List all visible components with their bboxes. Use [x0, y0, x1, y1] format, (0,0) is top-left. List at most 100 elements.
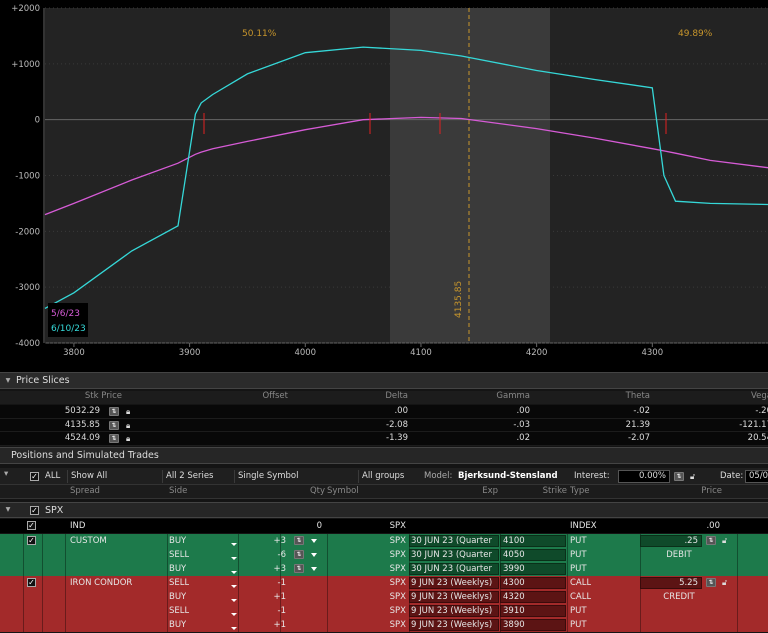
chevron-down-icon[interactable]	[231, 598, 237, 602]
chevron-down-icon[interactable]	[231, 626, 237, 630]
table-row[interactable]: BUY +1 SPX 9 JUN 23 (Weeklys) 3890 PUT	[0, 617, 768, 632]
row-exp[interactable]: 30 JUN 23 (Quarter	[411, 563, 499, 575]
row-type[interactable]: CALL	[570, 577, 591, 589]
row-symbol: SPX	[389, 578, 406, 588]
row-spread[interactable]: CUSTOM	[70, 535, 107, 547]
chevron-down-icon[interactable]: ▾	[4, 469, 8, 479]
lock-icon[interactable]: 🔒︎	[126, 421, 134, 430]
chevron-down-icon[interactable]	[311, 566, 317, 571]
row-exp[interactable]: 30 JUN 23 (Quarter	[411, 535, 499, 547]
model-select[interactable]: Bjerksund-Stensland	[458, 470, 558, 483]
row-type[interactable]: PUT	[570, 535, 587, 547]
row-qty[interactable]: -6	[250, 549, 286, 561]
qty-stepper[interactable]: ⇅	[294, 549, 304, 559]
lock-icon[interactable]: 🔓︎	[722, 536, 730, 545]
column-separator	[65, 617, 66, 632]
group-checkbox[interactable]: ✓	[30, 506, 39, 515]
row-qty[interactable]: +1	[250, 591, 286, 603]
table-row[interactable]: ✓ CUSTOM BUY +3 ⇅ SPX 30 JUN 23 (Quarter 4…	[0, 534, 768, 548]
chevron-down-icon[interactable]: ▾	[0, 503, 16, 517]
row-type[interactable]: PUT	[570, 563, 587, 575]
row-qty[interactable]: 0	[280, 520, 322, 532]
chevron-down-icon[interactable]	[231, 612, 237, 616]
date-input[interactable]: 05/0	[745, 470, 768, 483]
row-qty[interactable]: +3	[250, 535, 286, 547]
slice-price[interactable]: 4135.85	[40, 420, 100, 430]
row-exp[interactable]: 9 JUN 23 (Weeklys)	[411, 605, 499, 617]
collapse-icon[interactable]: ▾	[0, 373, 16, 388]
row-side[interactable]: SELL	[169, 577, 189, 589]
row-spread[interactable]: IRON CONDOR	[70, 577, 132, 589]
chevron-down-icon[interactable]	[231, 585, 237, 588]
groups-filter[interactable]: All groups	[358, 470, 418, 483]
lock-icon[interactable]: 🔒︎	[126, 434, 134, 443]
row-type[interactable]: CALL	[570, 591, 591, 603]
qty-stepper[interactable]: ⇅	[294, 536, 304, 545]
group-header-spx[interactable]: ▾ ✓ SPX	[0, 502, 768, 518]
row-exp[interactable]: 30 JUN 23 (Quarter	[411, 549, 499, 561]
row-exp[interactable]: 9 JUN 23 (Weeklys)	[411, 619, 499, 631]
series-filter[interactable]: All 2 Series	[162, 470, 234, 483]
slice-price-stepper[interactable]: ⇅	[109, 420, 119, 430]
slice-price[interactable]: 4524.09	[40, 433, 100, 443]
row-type[interactable]: PUT	[570, 619, 587, 631]
price-stepper[interactable]: ⇅	[706, 578, 716, 587]
row-qty[interactable]: -1	[250, 605, 286, 617]
chevron-down-icon[interactable]	[231, 570, 237, 574]
select-all-checkbox[interactable]: ✓	[30, 472, 39, 481]
row-checkbox[interactable]: ✓	[27, 521, 36, 530]
price-stepper[interactable]: ⇅	[706, 536, 716, 545]
row-price[interactable]: 5.25	[640, 577, 698, 589]
row-side[interactable]: BUY	[169, 563, 186, 575]
chevron-down-icon[interactable]	[311, 552, 317, 557]
symbol-filter[interactable]: Single Symbol	[234, 470, 354, 483]
show-filter[interactable]: Show All	[67, 470, 162, 483]
row-side[interactable]: BUY	[169, 591, 186, 603]
table-row[interactable]: ✓ IND 0 SPX INDEX .00	[0, 519, 768, 533]
row-strike[interactable]: 3910	[503, 605, 525, 617]
positions-header[interactable]: Positions and Simulated Trades	[0, 447, 768, 464]
price-slices-header[interactable]: ▾ Price Slices	[0, 372, 768, 389]
row-checkbox[interactable]: ✓	[27, 536, 36, 545]
row-side[interactable]: SELL	[169, 549, 189, 561]
chevron-down-icon[interactable]	[231, 556, 237, 560]
qty-stepper[interactable]: ⇅	[294, 563, 304, 573]
row-type[interactable]: PUT	[570, 605, 587, 617]
row-type[interactable]: PUT	[570, 549, 587, 561]
interest-input[interactable]: 0.00%	[618, 470, 670, 483]
row-qty[interactable]: +1	[250, 619, 286, 631]
row-strike[interactable]: 4050	[503, 549, 525, 561]
row-price[interactable]: .25	[640, 535, 698, 547]
row-qty[interactable]: -1	[250, 577, 286, 589]
row-strike[interactable]: 4100	[503, 535, 525, 547]
risk-profile-chart[interactable]: +2000 +1000 0 -1000 -2000 -3000 -4000 3800 3900…	[0, 0, 768, 372]
row-side[interactable]: SELL	[169, 605, 189, 617]
slice-price[interactable]: 5032.29	[40, 406, 100, 416]
table-row[interactable]: BUY +3 ⇅ SPX 30 JUN 23 (Quarter 3990 PUT	[0, 561, 768, 576]
row-strike[interactable]: 4300	[503, 577, 525, 589]
row-strike[interactable]: 3890	[503, 619, 525, 631]
row-checkbox[interactable]: ✓	[27, 578, 36, 587]
lock-icon[interactable]: 🔒︎	[126, 407, 134, 416]
row-exp[interactable]: 9 JUN 23 (Weeklys)	[411, 591, 499, 603]
column-separator	[23, 519, 24, 533]
row-strike[interactable]: 4320	[503, 591, 525, 603]
slice-price-stepper[interactable]: ⇅	[109, 434, 119, 443]
chevron-down-icon[interactable]	[311, 539, 317, 543]
row-exp[interactable]: 9 JUN 23 (Weeklys)	[411, 577, 499, 589]
interest-stepper[interactable]: ⇅	[674, 472, 684, 481]
chevron-down-icon[interactable]	[231, 543, 237, 546]
row-qty[interactable]: +3	[250, 563, 286, 575]
table-row[interactable]: SELL -6 ⇅ SPX 30 JUN 23 (Quarter 4050 PUT…	[0, 547, 768, 562]
lock-icon[interactable]: 🔓︎	[722, 578, 730, 587]
table-row[interactable]: ✓ IRON CONDOR SELL -1 SPX 9 JUN 23 (Weekly…	[0, 576, 768, 590]
row-side[interactable]: BUY	[169, 619, 186, 631]
column-separator	[65, 576, 66, 590]
row-strike[interactable]: 3990	[503, 563, 525, 575]
row-side[interactable]: BUY	[169, 535, 186, 547]
column-separator	[65, 547, 66, 562]
slice-price-stepper[interactable]: ⇅	[109, 407, 119, 416]
table-row[interactable]: BUY +1 SPX 9 JUN 23 (Weeklys) 4320 CALL CR…	[0, 589, 768, 604]
table-row[interactable]: SELL -1 SPX 9 JUN 23 (Weeklys) 3910 PUT	[0, 603, 768, 618]
lock-icon[interactable]: 🔓︎	[690, 472, 698, 481]
